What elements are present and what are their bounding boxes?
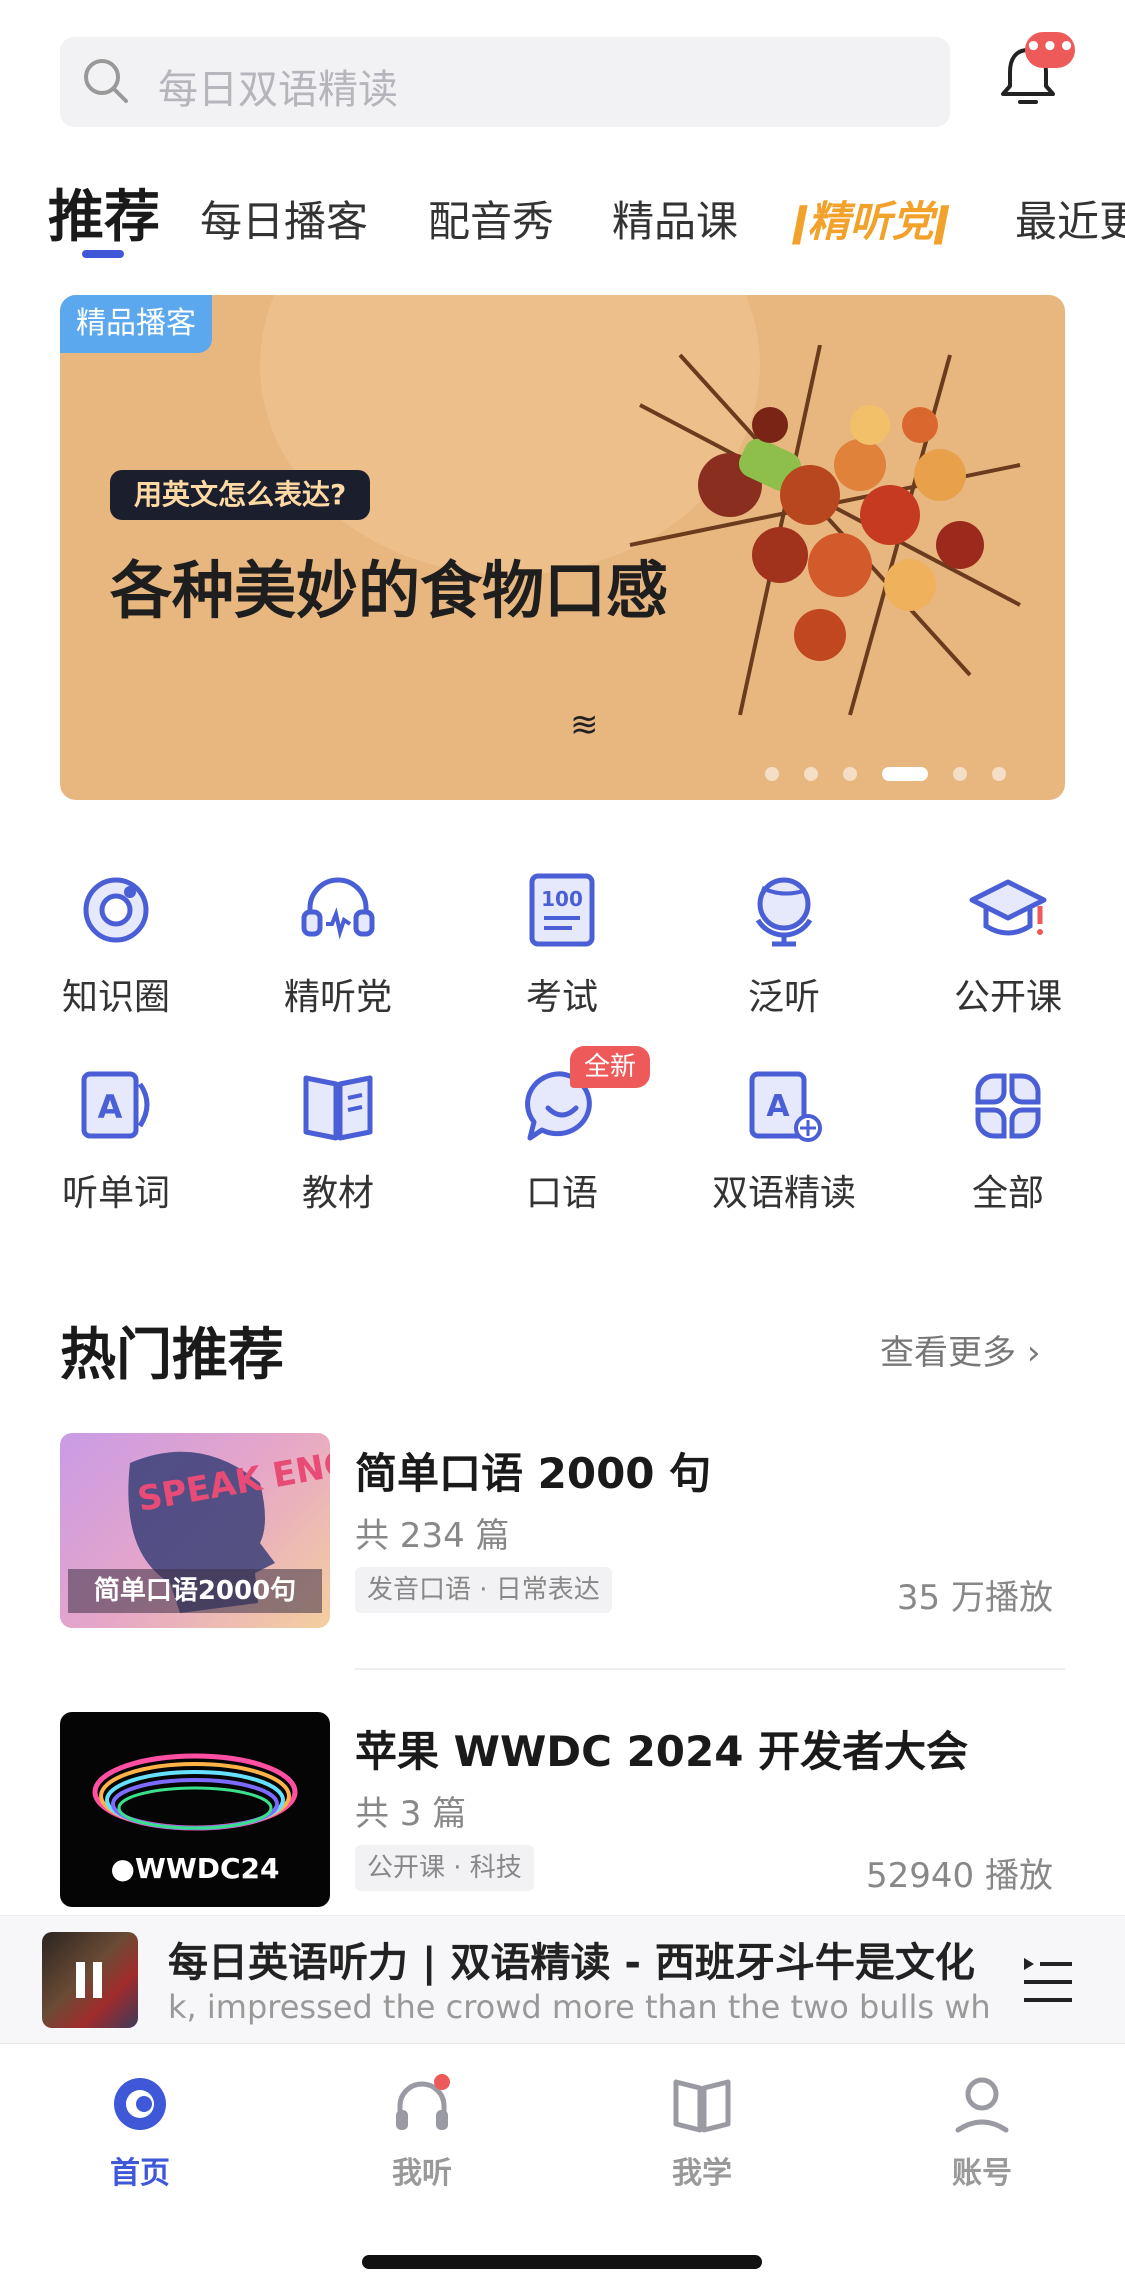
home-indicator: [362, 2255, 762, 2269]
player-title: 每日英语听力 | 双语精读 - 西班牙斗牛是文化: [168, 1940, 975, 1986]
study-book-icon: [673, 2079, 731, 2133]
knowledge-circle-icon: [83, 877, 149, 943]
nav-label: 我学: [672, 2156, 732, 2191]
tab-intensive-listening[interactable]: ǀ精听党ǀ: [792, 188, 949, 249]
headset-icon: [301, 877, 375, 940]
grid-item-bilingual-reading[interactable]: A 双语精读: [694, 1064, 874, 1216]
promo-banner[interactable]: 精品播客 用英文怎么表达? 各种美妙的食物口感 ≋: [60, 295, 1065, 800]
pagination-dot[interactable]: [843, 766, 857, 781]
course-title[interactable]: 简单口语 2000 句: [355, 1440, 711, 1501]
grid-label: 精听党: [283, 977, 392, 1018]
pagination-dot[interactable]: [765, 766, 779, 781]
pagination-dot[interactable]: [992, 766, 1006, 781]
grid-label: 双语精读: [711, 1173, 856, 1214]
divider: [355, 1668, 1065, 1670]
word-card-icon: A: [81, 1071, 150, 1139]
svg-text:100: 100: [541, 887, 583, 911]
grid-item-exam[interactable]: 100 考试: [472, 868, 652, 1020]
grid-item-listen-words[interactable]: A 听单词: [26, 1064, 206, 1216]
listen-icon: [396, 2074, 450, 2130]
tab-daily-podcast[interactable]: 每日播客: [200, 188, 368, 249]
thumb-caption-text: WWDC24: [134, 1852, 280, 1885]
grid-item-intensive-listening[interactable]: 精听党: [248, 868, 428, 1020]
mini-player[interactable]: 每日英语听力 | 双语精读 - 西班牙斗牛是文化 k, impressed th…: [0, 1915, 1125, 2044]
banner-title: 各种美妙的食物口感: [110, 554, 669, 627]
chevron-right-icon: ›: [1026, 1333, 1041, 1373]
grid-item-knowledge-circle[interactable]: 知识圈: [26, 868, 206, 1020]
grid-label: 知识圈: [61, 977, 170, 1018]
svg-text:A: A: [766, 1089, 790, 1124]
all-grid-icon: [975, 1073, 1041, 1139]
course-play-count: 35 万播放: [896, 1578, 1053, 1618]
playlist-icon[interactable]: [1020, 1952, 1076, 2008]
tab-recent[interactable]: 最近更: [1015, 188, 1125, 249]
search-bar[interactable]: 每日双语精读: [60, 37, 950, 127]
bilingual-reading-icon: A: [749, 1071, 822, 1142]
section-title: 热门推荐: [60, 1323, 284, 1388]
banner-subtitle: 用英文怎么表达?: [110, 470, 371, 520]
grid-label: 口语: [525, 1173, 598, 1214]
active-tab-indicator: [82, 250, 124, 258]
category-tabs: 推荐 每日播客 配音秀 精品课 ǀ精听党ǀ 最近更: [0, 160, 1125, 260]
see-more-link[interactable]: 查看更多 ›: [880, 1325, 1040, 1374]
nav-listen[interactable]: 我听: [332, 2072, 512, 2192]
notification-badge: •••: [1025, 32, 1075, 68]
new-badge: 全新: [570, 1046, 651, 1088]
grid-label: 泛听: [747, 977, 820, 1018]
graduation-cap-icon: [969, 879, 1047, 936]
account-icon: [955, 2077, 1009, 2133]
see-more-label: 查看更多: [880, 1333, 1016, 1373]
nav-home[interactable]: 首页: [50, 2072, 230, 2192]
pagination-dot[interactable]: [882, 766, 928, 781]
pagination-dot[interactable]: [953, 766, 967, 781]
grid-item-all[interactable]: 全部: [918, 1064, 1098, 1216]
tab-recommend[interactable]: 推荐: [48, 172, 160, 253]
course-play-count: 52940 播放: [866, 1856, 1053, 1896]
course-episode-count: 共 3 篇: [355, 1794, 467, 1834]
course-tag: 发音口语 · 日常表达: [355, 1567, 612, 1613]
thumb-caption: ●WWDC24: [60, 1852, 330, 1885]
book-icon: [303, 1075, 373, 1141]
svg-text:A: A: [98, 1088, 123, 1126]
banner-pagination[interactable]: [765, 763, 1031, 782]
nav-account[interactable]: 账号: [892, 2072, 1072, 2192]
grid-label: 教材: [301, 1173, 374, 1214]
nav-label: 我听: [392, 2156, 452, 2191]
home-icon: [114, 2078, 166, 2130]
nav-label: 账号: [952, 2156, 1012, 2191]
course-thumbnail[interactable]: ●WWDC24: [60, 1712, 330, 1907]
grid-label: 公开课: [953, 977, 1062, 1018]
apple-logo-icon: ●: [110, 1852, 135, 1885]
course-episode-count: 共 234 篇: [355, 1516, 510, 1556]
tab-premium-course[interactable]: 精品课: [612, 188, 738, 249]
grid-item-open-course[interactable]: 公开课: [918, 868, 1098, 1020]
grid-label: 全部: [971, 1173, 1044, 1214]
course-tag: 公开课 · 科技: [355, 1845, 534, 1891]
grid-label: 听单词: [61, 1173, 170, 1214]
grid-item-extensive-listening[interactable]: 泛听: [694, 868, 874, 1020]
tab-intensive-listening-label: 精听党: [807, 197, 934, 246]
tab-dubbing-show[interactable]: 配音秀: [428, 188, 554, 249]
pagination-dot[interactable]: [804, 766, 818, 781]
pause-icon[interactable]: [76, 1962, 85, 1998]
nav-study[interactable]: 我学: [612, 2072, 792, 2192]
food-skewers-illustration: [629, 345, 1021, 716]
player-artwork[interactable]: [42, 1932, 138, 2028]
search-placeholder: 每日双语精读: [158, 67, 398, 113]
player-subtitle: k, impressed the crowd more than the two…: [168, 1988, 988, 2026]
grid-label: 考试: [525, 977, 598, 1018]
grid-item-textbook[interactable]: 教材: [248, 1064, 428, 1216]
nav-label: 首页: [110, 2156, 170, 2191]
course-thumbnail[interactable]: SPEAK ENGLISH ? 简单口语2000句: [60, 1433, 330, 1628]
thumb-caption: 简单口语2000句: [68, 1569, 322, 1613]
banner-tag: 精品播客: [60, 295, 212, 353]
exam-100-icon: 100: [529, 873, 595, 947]
globe-icon: [755, 877, 813, 947]
brand-wave-logo: ≋: [570, 705, 599, 745]
search-icon: [84, 59, 128, 103]
course-title[interactable]: 苹果 WWDC 2024 开发者大会: [355, 1718, 968, 1779]
